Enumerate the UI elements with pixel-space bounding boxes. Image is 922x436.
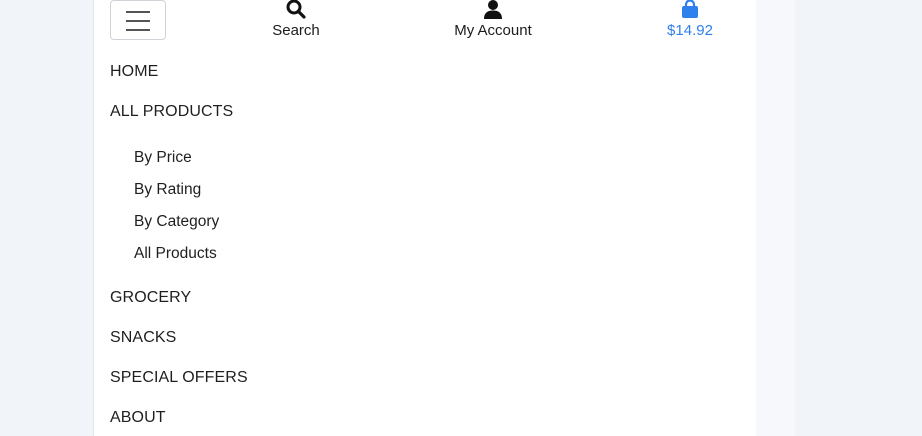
cart-link[interactable]: $14.92 [620,0,760,44]
cart-total: $14.92 [667,22,713,39]
search-link[interactable]: Search [226,0,366,44]
submenu-item-all-products[interactable]: All Products [134,245,217,263]
menu-item-home[interactable]: HOME [110,63,158,81]
submenu-item-by-rating[interactable]: By Rating [134,181,201,199]
menu-item-all-products[interactable]: ALL PRODUCTS [110,103,233,121]
menu-icon [126,11,150,13]
user-icon [484,0,502,19]
mobile-nav-panel: Search My Account $14.92 HOME ALL PRODUC… [93,0,756,436]
menu-item-about[interactable]: ABOUT [110,409,166,427]
account-label: My Account [454,22,532,39]
menu-item-snacks[interactable]: SNACKS [110,329,176,347]
page-background-band [756,0,795,436]
menu-item-special-offers[interactable]: SPECIAL OFFERS [110,369,248,387]
shopping-bag-icon [682,0,698,18]
account-link[interactable]: My Account [423,0,563,44]
submenu-item-by-price[interactable]: By Price [134,149,192,167]
search-icon [286,0,306,19]
submenu-item-by-category[interactable]: By Category [134,213,219,231]
menu-toggle-button[interactable] [110,0,166,40]
search-label: Search [272,22,320,39]
menu-item-grocery[interactable]: GROCERY [110,289,191,307]
